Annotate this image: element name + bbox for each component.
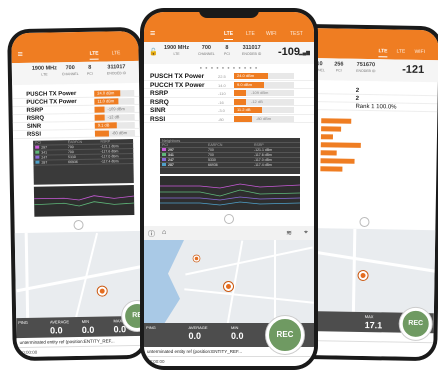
tab-lte-2[interactable]: LTE [246, 31, 255, 37]
left-drawer-handle[interactable] [72, 219, 84, 231]
center-screen: ≡ LTE LTE WIFI TEST 🔓 1900 MHz LTE 700 CHA… [144, 12, 314, 366]
crosshair-icon[interactable]: ⌖ [304, 229, 308, 237]
tab-lte[interactable]: LTE [224, 31, 234, 40]
info-icon[interactable]: ⓘ [148, 229, 155, 239]
metric-row-rsrp: RSRP -110 -109 dBm [144, 89, 314, 98]
left-timer: 00:00:00 [19, 349, 38, 356]
metric-row-pusch: PUSCH TX Power 22.5 24.0 dBm [144, 72, 314, 81]
metric-row-rsrq: RSRQ -16 -12 dB [144, 98, 314, 106]
metric-row: RSSI -80 dBm [12, 128, 141, 140]
signal-history-svg [160, 183, 301, 206]
right-rsrp-readout: -121 [402, 63, 425, 77]
tab-lte-2[interactable]: LTE [396, 49, 405, 55]
metric-row-pucch: PUCCH TX Power 14.0 9.0 dBm [144, 81, 314, 89]
rsrp-readout: -109 [277, 46, 300, 58]
left-app-bar: ≡ LTE LTE [11, 30, 139, 64]
right-drawer-handle[interactable] [359, 216, 370, 228]
lock-icon[interactable]: 🔓 [149, 48, 158, 56]
tab-lte-2[interactable]: LTE [111, 50, 120, 56]
center-phone: ≡ LTE LTE WIFI TEST 🔓 1900 MHz LTE 700 CHA… [140, 8, 318, 370]
metric-row-sinr: SINR -3.0 11.2 dB [144, 106, 314, 115]
record-timer: 00:00:00 [147, 359, 165, 364]
left-metrics: PUSCH TX Power 24.0 dBm PUCCH TX Power 11.… [12, 88, 141, 140]
home-icon[interactable]: ⌂ [162, 229, 166, 236]
location-pin-icon[interactable] [358, 270, 368, 281]
left-info-bar: 1900 MHz LTE 700 CHANNEL 8 PCI 311017 ENODEB… [11, 60, 140, 86]
center-info-bar: 🔓 1900 MHz LTE 700 CHANNEL 8 PCI 311017 ENOD… [144, 42, 314, 64]
tab-lte[interactable]: LTE [378, 48, 388, 58]
metric-row-rssi: RSSI -80 -80 dBm [144, 115, 314, 123]
signal-bars-icon: ▂▄▆ [298, 50, 310, 56]
center-metrics: PUSCH TX Power 22.5 24.0 dBm PUCCH TX Powe… [144, 72, 314, 123]
hamburger-icon[interactable]: ≡ [150, 28, 155, 38]
min-label: MIN [231, 325, 239, 330]
neighbor-row: 287 66936 -117.4 dBm [160, 163, 300, 168]
neighbors-table: Neighbors PCI EARFCN RSRP 297 700 -121.1 dBm… [160, 138, 300, 174]
average-value: 0.0 [188, 331, 202, 341]
center-drawer-handle[interactable] [224, 214, 234, 224]
left-signal-chart-svg [34, 195, 135, 207]
tab-test[interactable]: TEST [290, 31, 303, 37]
left-phone: ≡ LTE LTE 1900 MHz LTE 700 CHANNEL 8 PCI 31… [7, 26, 148, 362]
location-pin-icon[interactable] [224, 282, 233, 291]
left-signal-chart [33, 185, 135, 217]
hamburger-icon[interactable]: ≡ [17, 49, 22, 59]
ping-label: PING [146, 325, 156, 330]
tab-wifi[interactable]: WIFI [266, 31, 277, 37]
tab-lte[interactable]: LTE [89, 50, 99, 60]
left-screen: ≡ LTE LTE 1900 MHz LTE 700 CHANNEL 8 PCI 31… [11, 30, 144, 358]
rec-button[interactable]: REC [266, 316, 304, 354]
page-dots: ● ● ● ● ● ● ● ● ● ● ● [199, 65, 259, 70]
signal-history-chart [160, 176, 301, 210]
tab-wifi[interactable]: WIFI [414, 49, 425, 55]
phone-notch [199, 8, 259, 18]
average-label: AVERAGE [188, 325, 208, 330]
left-neighbors-table: PCI EARFCN RSRP 297 700 -121.1 dBm 341 700 -11… [33, 139, 134, 185]
layers-icon[interactable]: ≋ [286, 229, 292, 237]
location-pin-icon[interactable] [193, 255, 200, 262]
center-map[interactable] [144, 240, 314, 324]
map-toolbar: ⓘ ⌂ ≋ ⌖ [144, 226, 314, 240]
min-value: 0.0 [231, 331, 244, 341]
location-pin-icon[interactable] [97, 286, 107, 296]
